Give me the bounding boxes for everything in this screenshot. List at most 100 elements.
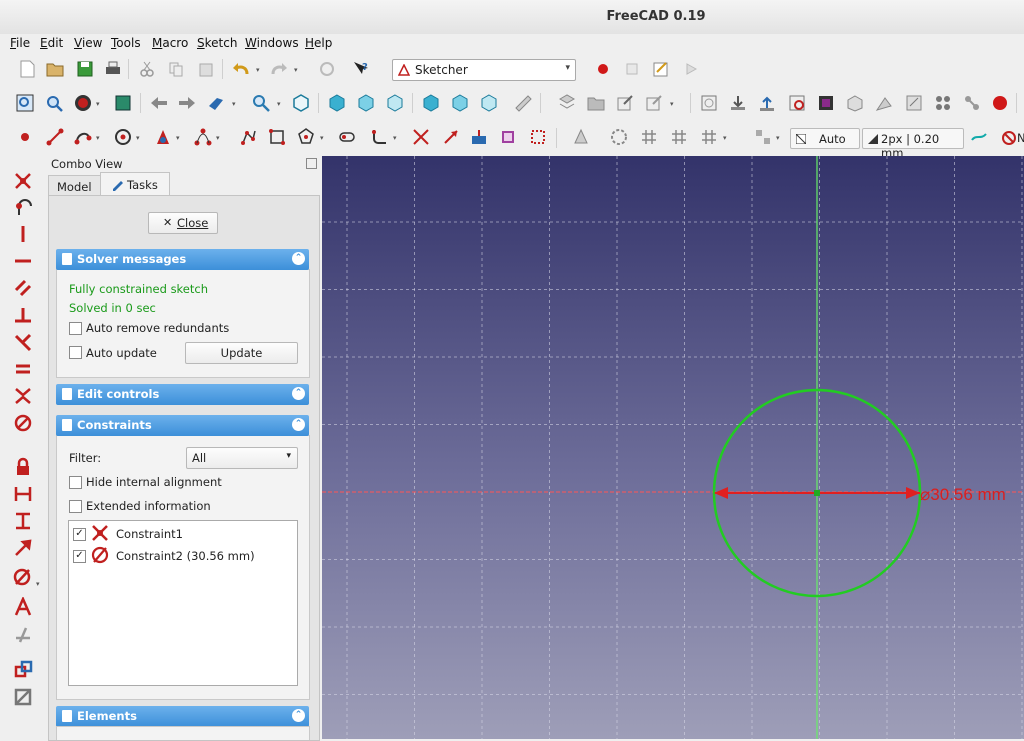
lock-constraint-icon[interactable] — [11, 456, 35, 478]
constraint1-checkbox[interactable]: ✓ — [73, 528, 86, 541]
cut-icon[interactable] — [136, 58, 158, 80]
new-file-icon[interactable] — [16, 58, 38, 80]
menu-view[interactable]: View — [74, 36, 102, 50]
polyline-icon[interactable] — [238, 126, 260, 148]
menu-help[interactable]: Help — [305, 36, 332, 50]
validate-sketch-icon[interactable] — [786, 92, 808, 114]
whats-this-icon[interactable]: ? — [350, 58, 372, 80]
undo-icon[interactable] — [230, 58, 252, 80]
rectangle-icon[interactable] — [266, 126, 288, 148]
list-item[interactable]: ✓ Constraint1 — [69, 523, 297, 543]
point-on-object-icon[interactable] — [11, 196, 35, 218]
slot-icon[interactable] — [336, 126, 358, 148]
auto-update-checkbox[interactable] — [69, 346, 82, 359]
toggle-active-icon[interactable] — [11, 658, 35, 680]
horizontal-constraint-icon[interactable] — [11, 250, 35, 272]
snap-icon[interactable] — [961, 92, 983, 114]
select-origin-icon[interactable] — [608, 126, 630, 148]
link-actions-icon[interactable] — [643, 92, 665, 114]
conic-icon[interactable] — [152, 126, 174, 148]
menu-tools[interactable]: Tools — [111, 36, 141, 50]
cut-view-button[interactable]: N — [1002, 129, 1024, 147]
parallel-constraint-icon[interactable] — [11, 277, 35, 299]
extended-information-checkbox[interactable] — [69, 500, 82, 513]
extend-icon[interactable] — [440, 126, 462, 148]
line-color-button[interactable]: Auto — [790, 128, 860, 149]
equal-constraint-icon[interactable] — [11, 358, 35, 380]
tab-tasks[interactable]: Tasks — [100, 172, 170, 196]
coincident-constraint-icon[interactable] — [11, 170, 35, 192]
update-button[interactable]: Update — [185, 342, 298, 364]
measure-icon[interactable] — [512, 92, 534, 114]
map-sketch-icon[interactable] — [727, 92, 749, 114]
save-icon[interactable] — [74, 58, 96, 80]
zoom-icon[interactable] — [250, 92, 272, 114]
right-view-icon[interactable] — [384, 92, 406, 114]
fit-selection-icon[interactable] — [43, 92, 65, 114]
macros-icon[interactable] — [650, 58, 672, 80]
view-sketch-icon[interactable] — [698, 92, 720, 114]
edit-controls-header[interactable]: Edit controls ⌃ — [56, 384, 309, 405]
hide-internal-alignment-checkbox[interactable] — [69, 476, 82, 489]
copy-icon[interactable] — [165, 58, 187, 80]
select-elements-icon[interactable] — [698, 126, 720, 148]
fillet-icon[interactable] — [368, 126, 390, 148]
vertical-distance-icon[interactable] — [11, 510, 35, 532]
mirror-sketch-icon[interactable] — [844, 92, 866, 114]
perpendicular-constraint-icon[interactable] — [11, 304, 35, 326]
record-macro-icon[interactable] — [592, 58, 614, 80]
point-icon[interactable] — [14, 126, 36, 148]
rear-view-icon[interactable] — [420, 92, 442, 114]
array-icon[interactable] — [752, 126, 774, 148]
circle-icon[interactable] — [112, 126, 134, 148]
menu-sketch[interactable]: Sketch — [197, 36, 237, 50]
block-constraint-icon[interactable] — [11, 412, 35, 434]
elements-header[interactable]: Elements ⌃ — [56, 706, 309, 727]
toggle-driving-icon[interactable] — [11, 624, 35, 646]
front-view-icon[interactable] — [326, 92, 348, 114]
sketch-canvas[interactable]: ⌀30.56 mm — [322, 156, 1024, 739]
line-icon[interactable] — [44, 126, 66, 148]
leave-sketch-icon[interactable] — [989, 92, 1011, 114]
close-button[interactable]: ✕ Close — [148, 212, 218, 234]
filter-select[interactable]: All ▾ — [186, 447, 298, 469]
polygon-icon[interactable] — [295, 126, 317, 148]
top-view-icon[interactable] — [355, 92, 377, 114]
create-group-icon[interactable] — [585, 92, 607, 114]
3d-viewport[interactable]: ⌀30.56 mm — [322, 156, 1024, 739]
tangent-constraint-icon[interactable] — [11, 331, 35, 353]
print-icon[interactable] — [102, 58, 124, 80]
merge-sketches-icon[interactable] — [815, 92, 837, 114]
menu-windows[interactable]: Windows — [245, 36, 299, 50]
construction-mode-icon[interactable] — [527, 126, 549, 148]
auto-remove-redundants-checkbox[interactable] — [69, 322, 82, 335]
sketch-tools-icon[interactable] — [873, 92, 895, 114]
isometric-view-icon[interactable] — [290, 92, 312, 114]
bspline-icon[interactable] — [192, 126, 214, 148]
grid-icon[interactable] — [932, 92, 954, 114]
fit-all-icon[interactable] — [14, 92, 36, 114]
redo-icon[interactable] — [268, 58, 290, 80]
line-width-button[interactable]: 2px | 0.20 mm — [862, 128, 964, 160]
workbench-selector[interactable]: Sketcher ▾ — [392, 59, 576, 81]
diameter-constraint-icon[interactable] — [11, 566, 35, 588]
list-item[interactable]: ✓ Constraint2 (30.56 mm) — [69, 545, 297, 565]
select-horizontal-axis-icon[interactable] — [638, 126, 660, 148]
menu-macro[interactable]: Macro — [152, 36, 188, 50]
carbon-copy-icon[interactable] — [497, 126, 519, 148]
stop-macro-icon[interactable] — [621, 58, 643, 80]
symmetric-constraint-icon[interactable] — [11, 385, 35, 407]
vertical-constraint-icon[interactable] — [11, 223, 35, 245]
select-constraints-icon[interactable] — [570, 126, 592, 148]
select-vertical-axis-icon[interactable] — [668, 126, 690, 148]
constraints-header[interactable]: Constraints ⌃ — [56, 415, 309, 436]
constraint2-checkbox[interactable]: ✓ — [73, 550, 86, 563]
menu-file[interactable]: File — [10, 36, 30, 50]
reorient-sketch-icon[interactable] — [756, 92, 778, 114]
view-section-icon[interactable] — [903, 92, 925, 114]
solver-messages-header[interactable]: Solver messages ⌃ — [56, 249, 309, 270]
undock-icon[interactable] — [306, 158, 317, 169]
arc-icon[interactable] — [72, 126, 94, 148]
bounding-box-icon[interactable] — [112, 92, 134, 114]
trim-icon[interactable] — [410, 126, 432, 148]
